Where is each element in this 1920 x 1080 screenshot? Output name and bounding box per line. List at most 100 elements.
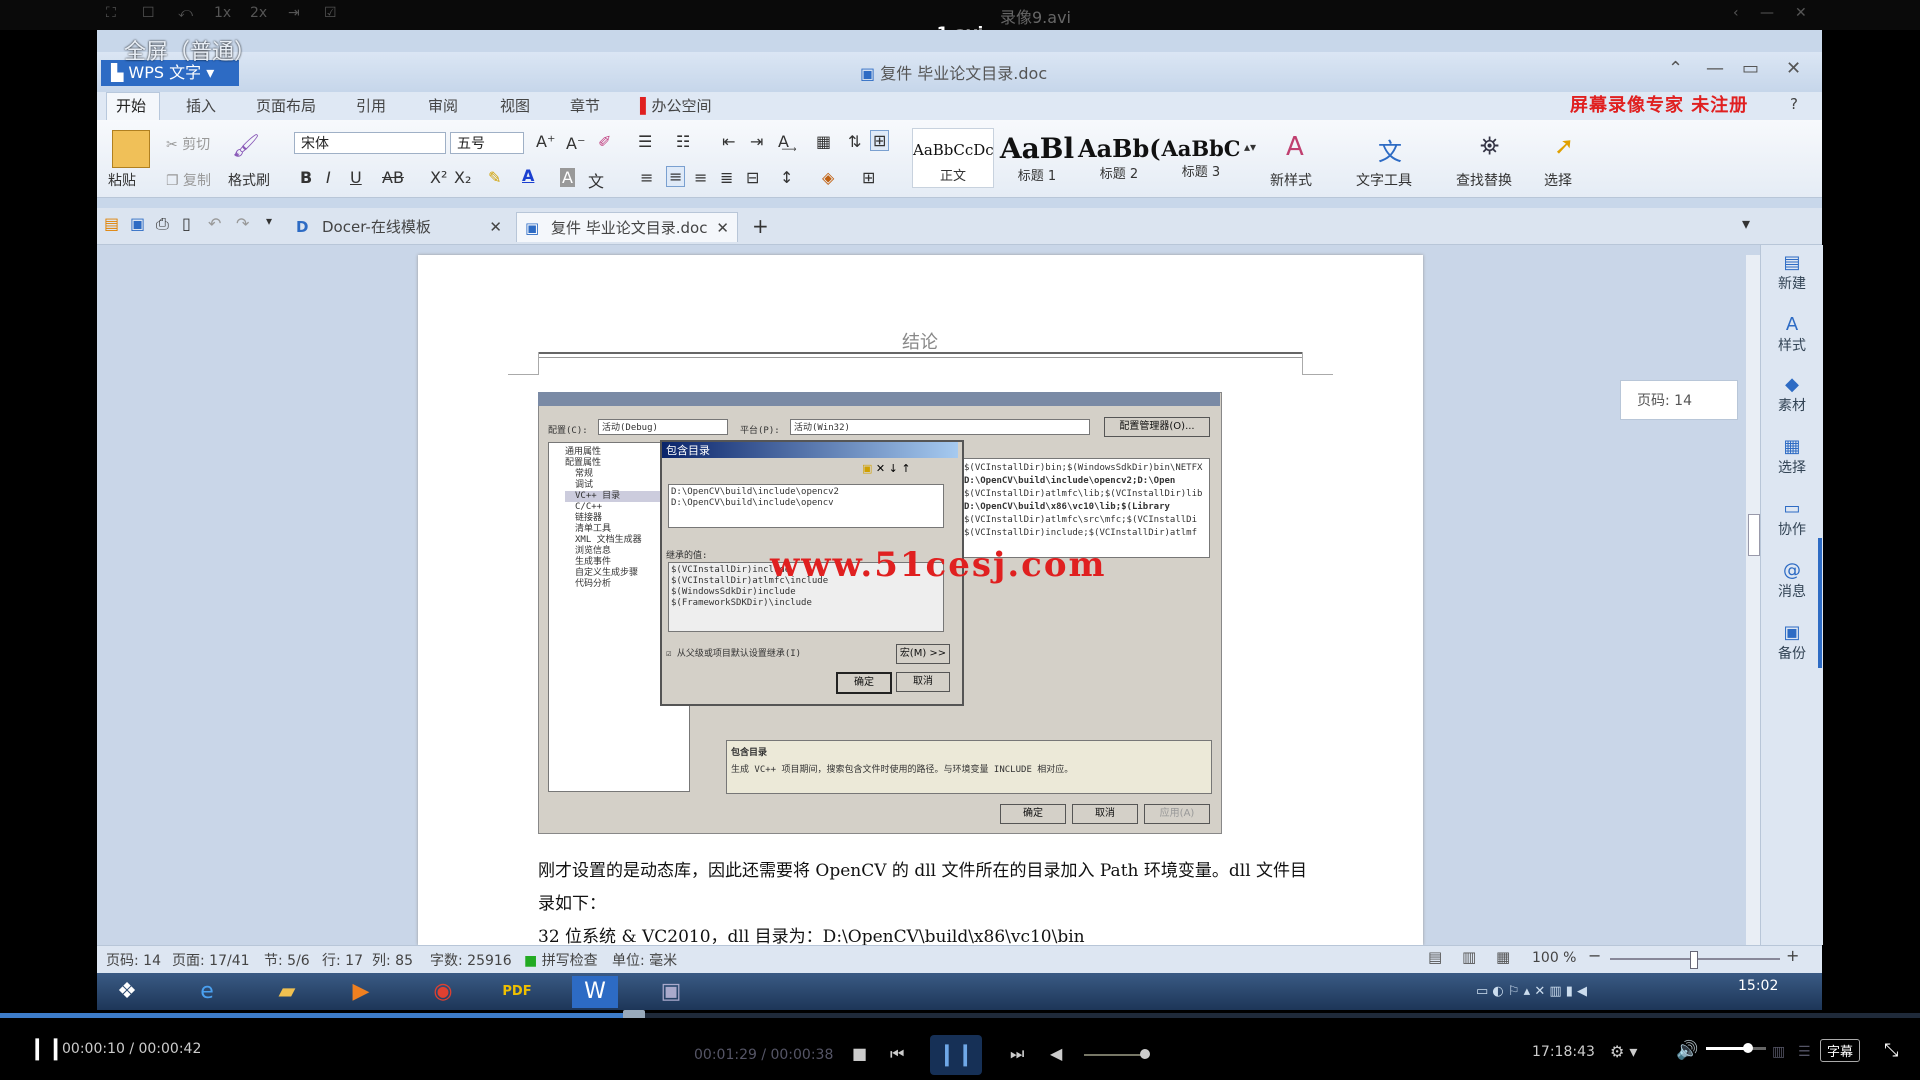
side-material-button[interactable]: ◆ 素材 — [1768, 374, 1816, 415]
speed-1x-button[interactable]: 1x — [214, 5, 231, 21]
style-heading1[interactable]: AaBl 标题 1 — [996, 128, 1078, 188]
tab-document-close-icon[interactable]: ✕ — [716, 213, 729, 243]
redo-icon[interactable]: ↷ — [236, 214, 249, 233]
select-cursor-icon[interactable]: ➚ — [1554, 132, 1574, 160]
next-icon[interactable]: ⇥ — [288, 5, 300, 21]
side-style-button[interactable]: A 样式 — [1768, 314, 1816, 355]
center-volume-thumb[interactable] — [1140, 1049, 1150, 1059]
italic-icon[interactable]: I — [326, 168, 331, 187]
view-full-icon[interactable]: ▥ — [1462, 948, 1476, 966]
new-tab-icon[interactable]: + — [752, 214, 769, 238]
justify-icon[interactable]: ≣ — [720, 168, 733, 187]
binoculars-icon[interactable]: ⛯ — [1480, 132, 1499, 160]
volume-thumb[interactable] — [1743, 1043, 1753, 1053]
center-volume-bar[interactable] — [1084, 1054, 1144, 1056]
paste-button[interactable]: 粘贴 — [108, 170, 136, 190]
settings-icon[interactable]: ⚙ ▾ — [1610, 1042, 1637, 1061]
font-size-select[interactable]: 五号 — [450, 132, 524, 154]
menu-review[interactable]: 审阅 — [428, 95, 458, 116]
play-pause-button[interactable]: ❙❙ — [930, 1035, 982, 1075]
pdf-icon[interactable]: PDF — [494, 976, 540, 1008]
show-marks-icon[interactable]: ⊞ — [870, 130, 890, 151]
subtitle-button[interactable]: 字幕 — [1820, 1039, 1861, 1062]
chrome-icon[interactable]: ◉ — [420, 976, 466, 1008]
text-tools-button[interactable]: 文字工具 — [1356, 170, 1412, 190]
wps-maximize-icon[interactable]: ▭ — [1742, 58, 1759, 79]
align-left-icon[interactable]: ≡ — [640, 168, 653, 187]
table-icon[interactable]: ▦ — [816, 132, 831, 151]
window-taskbar-icon[interactable]: ▣ — [648, 976, 694, 1008]
align-right-icon[interactable]: ≡ — [694, 168, 707, 187]
menu-view[interactable]: 视图 — [500, 95, 530, 116]
prev-icon[interactable]: ⏮ — [890, 1044, 904, 1064]
body-paragraph[interactable]: 刚才设置的是动态库，因此还需要将 OpenCV 的 dll 文件所在的目录加入 … — [538, 855, 1318, 954]
view-web-icon[interactable]: ▦ — [1496, 948, 1510, 966]
style-heading2[interactable]: AaBb( 标题 2 — [1078, 128, 1161, 188]
new-style-icon[interactable]: A — [1286, 132, 1304, 162]
stop-icon[interactable]: ■ — [852, 1044, 867, 1063]
shading-icon[interactable]: ◈ — [822, 168, 834, 187]
save-icon[interactable]: ▣ — [130, 214, 145, 233]
open-icon[interactable]: ▤ — [104, 214, 119, 233]
media-player-icon[interactable]: ▶ — [338, 976, 384, 1008]
numbering-icon[interactable]: ☷ — [676, 132, 690, 151]
strikethrough-icon[interactable]: AB — [382, 168, 404, 187]
new-style-button[interactable]: 新样式 — [1270, 170, 1312, 190]
zoom-out-icon[interactable]: − — [1588, 946, 1601, 965]
wps-minimize-icon[interactable]: — — [1706, 58, 1724, 79]
style-normal[interactable]: AaBbCcDc 正文 — [912, 128, 994, 188]
pause-icon-left[interactable]: ❙❙ — [28, 1036, 65, 1061]
customize-icon[interactable]: ▾ — [266, 214, 272, 228]
subscript-icon[interactable]: X₂ — [454, 168, 471, 187]
exit-fullscreen-icon[interactable]: ⤡ — [1884, 1040, 1898, 1061]
next-track-icon[interactable]: ⏭ — [1010, 1044, 1024, 1064]
zoom-slider-thumb[interactable] — [1690, 951, 1698, 969]
highlight-icon[interactable]: ✎ — [488, 168, 501, 187]
fullscreen-icon[interactable]: ⛶ — [106, 5, 116, 21]
char-shading-icon[interactable]: A — [560, 168, 575, 187]
mute-icon[interactable]: ◀ — [1050, 1044, 1062, 1063]
menu-chapter[interactable]: 章节 — [570, 95, 600, 116]
sort-icon[interactable]: ⇅ — [848, 132, 861, 151]
tab-docer[interactable]: D Docer-在线模板 ✕ — [288, 212, 510, 242]
grow-font-icon[interactable]: A⁺ — [536, 132, 555, 151]
playlist-icon[interactable]: ▥ — [1772, 1044, 1785, 1060]
distributed-icon[interactable]: ⊟ — [746, 168, 759, 187]
minimize-icon[interactable]: — — [1760, 5, 1774, 21]
checkbox-icon[interactable]: ☑ — [324, 5, 337, 21]
spell-check-toggle[interactable]: ■ 拼写检查 — [524, 950, 598, 970]
side-message-button[interactable]: @ 消息 — [1768, 560, 1816, 601]
align-center-icon[interactable]: ≡ — [666, 166, 686, 187]
back-icon[interactable]: ‹ — [1733, 5, 1739, 21]
indent-icon[interactable]: ⇥ — [750, 132, 763, 151]
window-icon[interactable]: ☐ — [142, 5, 155, 21]
wps-close-icon[interactable]: ✕ — [1786, 58, 1801, 79]
menu-layout[interactable]: 页面布局 — [256, 95, 316, 116]
format-painter-icon[interactable]: 🖌 — [232, 134, 260, 159]
format-painter-button[interactable]: 格式刷 — [228, 170, 270, 190]
find-replace-button[interactable]: 查找替换 — [1456, 170, 1512, 190]
styles-scroll-icon[interactable]: ▴▾ — [1244, 140, 1256, 154]
zoom-in-icon[interactable]: + — [1786, 946, 1799, 965]
volume-icon[interactable]: 🔊 — [1676, 1040, 1698, 1061]
borders-icon[interactable]: ⊞ — [862, 168, 875, 187]
windows-start-icon[interactable]: ❖ — [104, 976, 150, 1008]
side-backup-button[interactable]: ▣ 备份 — [1768, 622, 1816, 663]
list-icon[interactable]: ☰ — [1798, 1044, 1811, 1060]
side-collab-button[interactable]: ▭ 协作 — [1768, 498, 1816, 539]
preview-icon[interactable]: ▯ — [182, 214, 191, 233]
print-icon[interactable]: ⎙ — [156, 214, 169, 234]
menu-office-space[interactable]: ▌办公空间 — [640, 95, 712, 116]
menu-home[interactable]: 开始 — [116, 95, 146, 116]
underline-icon[interactable]: U — [350, 168, 362, 187]
undo-icon[interactable]: ↶ — [208, 214, 221, 233]
side-select-button[interactable]: ▦ 选择 — [1768, 436, 1816, 477]
help-button[interactable]: ? — [1790, 95, 1798, 113]
speed-2x-button[interactable]: 2x — [250, 5, 267, 21]
tray-icons[interactable]: ▭ ◐ ⚐ ▴ ✕ ▥ ▮ ◀ — [1476, 984, 1587, 999]
bullets-icon[interactable]: ☰ — [638, 132, 652, 151]
font-color-icon[interactable]: A — [522, 166, 534, 185]
font-family-select[interactable]: 宋体 — [294, 132, 446, 154]
close-icon[interactable]: ✕ — [1795, 5, 1807, 21]
superscript-icon[interactable]: X² — [430, 168, 447, 187]
